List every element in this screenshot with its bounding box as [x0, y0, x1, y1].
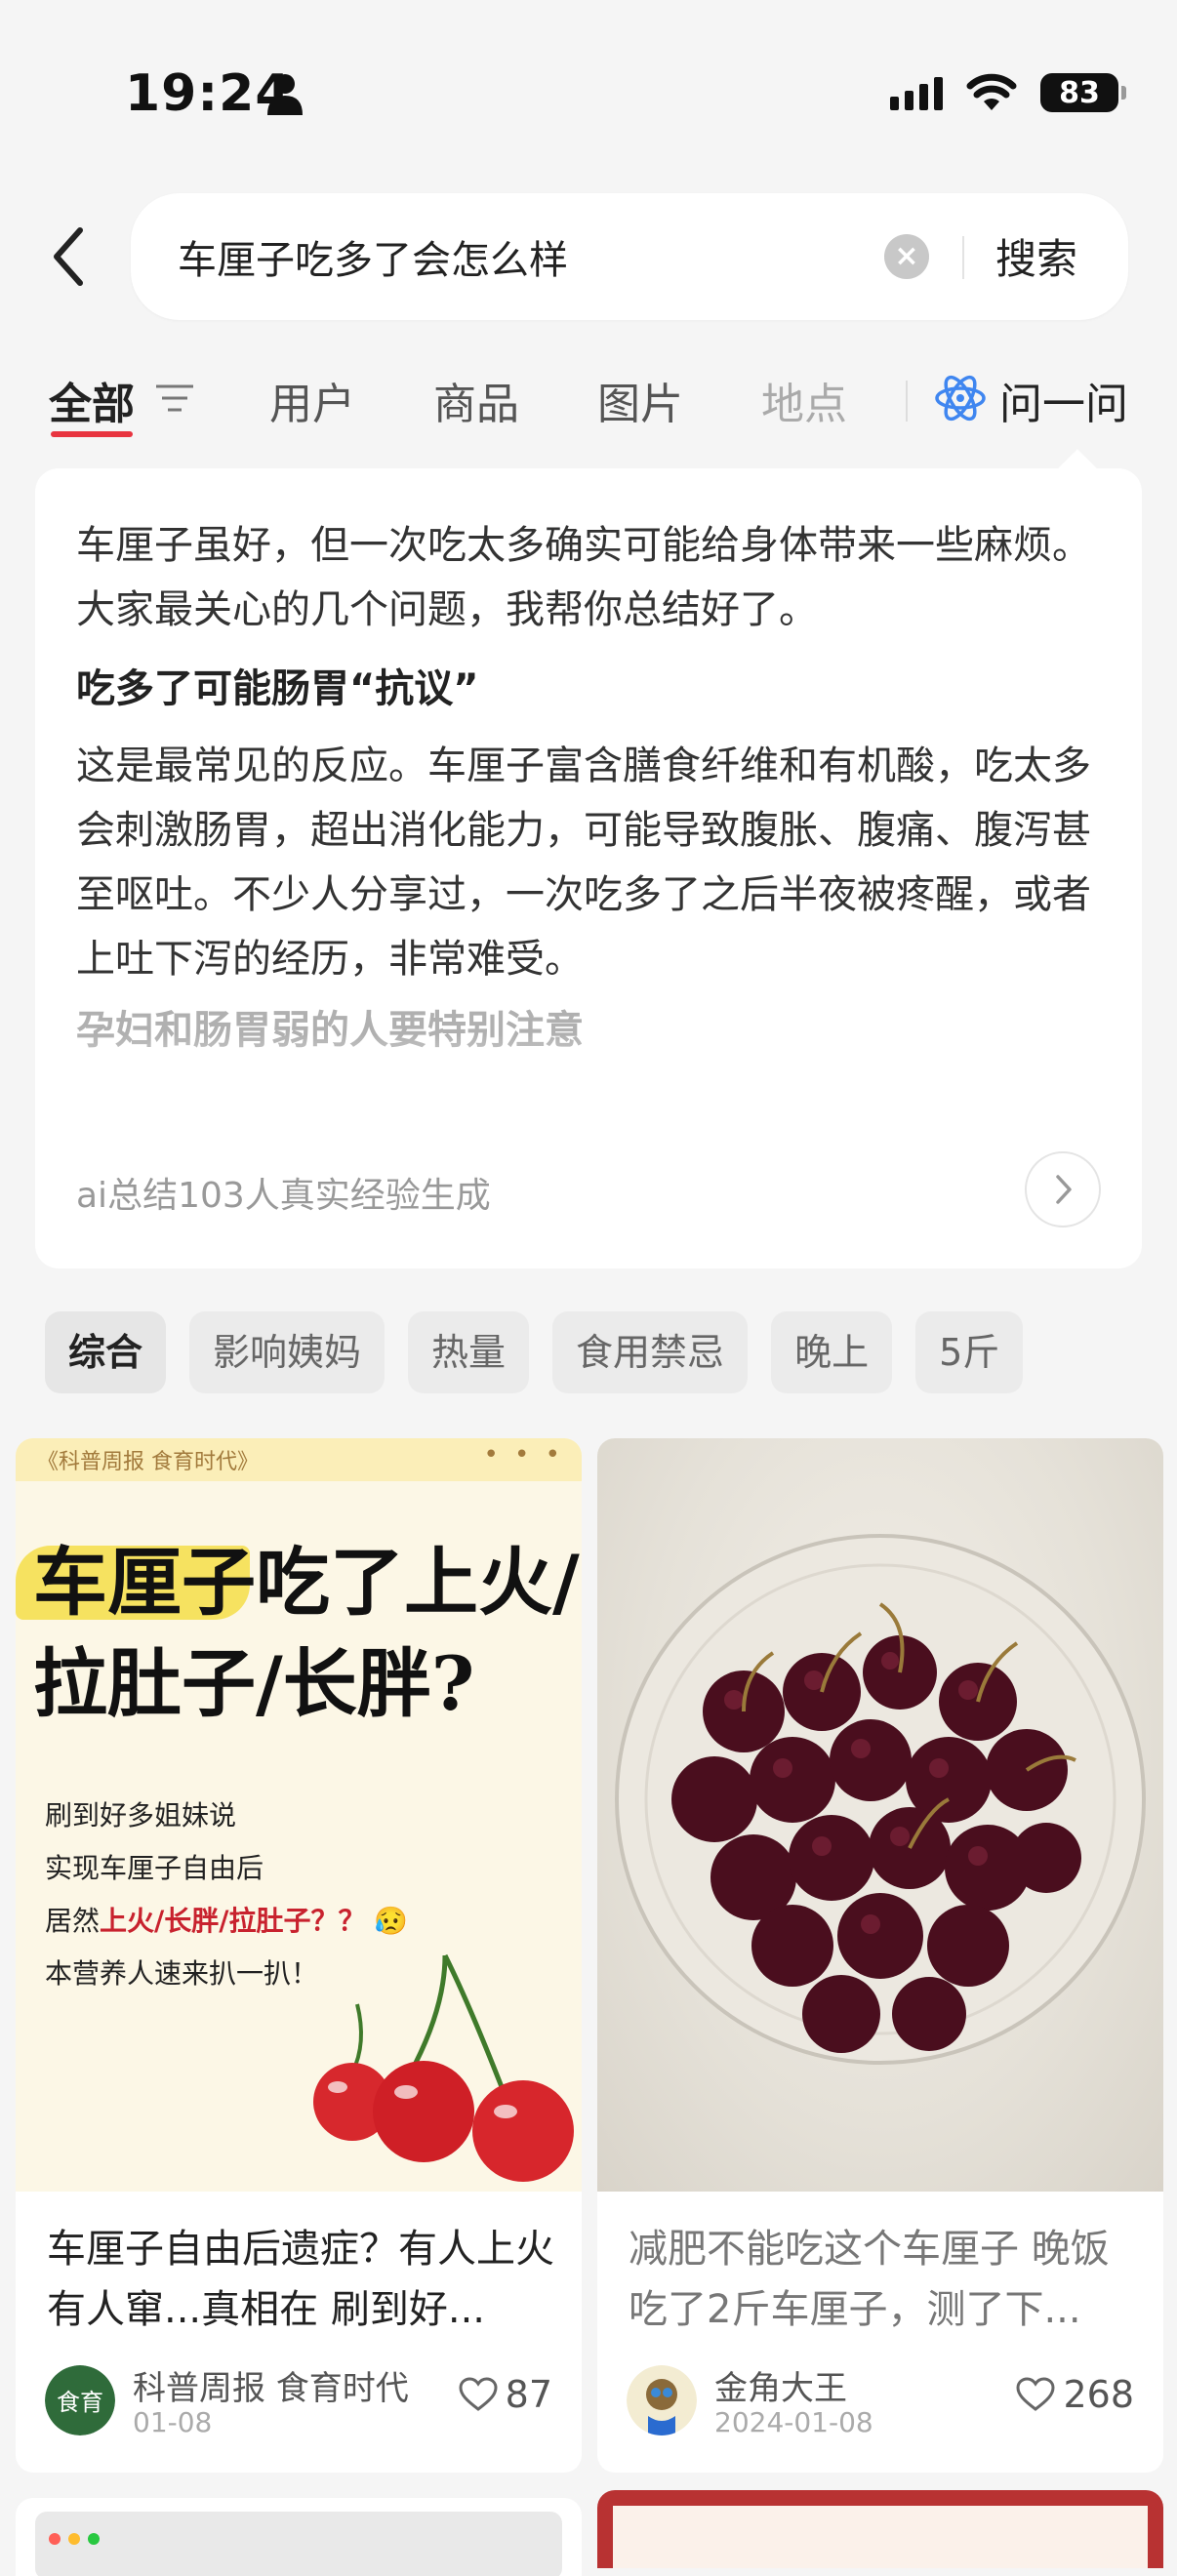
ai-sparkle-icon[interactable]	[933, 371, 988, 425]
feed-card-peek[interactable]	[16, 2498, 582, 2576]
post-date: 01-08	[133, 2406, 213, 2438]
filter-icon[interactable]	[154, 381, 195, 416]
chip-calories[interactable]: 热量	[408, 1311, 530, 1393]
search-tabs: 全部 用户 商品 图片 地点 问一问	[0, 361, 1177, 449]
author-name[interactable]: 金角大王	[714, 2361, 847, 2409]
tab-active-indicator	[51, 431, 133, 437]
tab-separator	[906, 381, 908, 422]
feed-card-peek[interactable]	[597, 2490, 1163, 2568]
cherries-illustration	[313, 1953, 574, 2182]
poster-source: 《科普周报 食育时代》	[37, 1450, 259, 1474]
card-title[interactable]: 减肥不能吃这个车厘子 晚饭吃了2斤车厘子，测了下...	[629, 2219, 1136, 2340]
tab-ask[interactable]: 问一问	[999, 369, 1128, 431]
chevron-right-icon[interactable]	[1025, 1151, 1101, 1228]
poster-line: 刷到好多姐妹说	[45, 1799, 237, 1831]
search-input[interactable]: 车厘子吃多了会怎么样	[178, 228, 568, 285]
like-button[interactable]: 87	[459, 2373, 552, 2416]
poster-headline-line: 拉肚子/长胖?	[33, 1640, 475, 1727]
status-bar: 19:24 83	[0, 0, 1177, 185]
chip-taboos[interactable]: 食用禁忌	[552, 1311, 749, 1393]
search-bar[interactable]: 车厘子吃多了会怎么样 × 搜索	[131, 193, 1128, 320]
like-count: 87	[505, 2373, 552, 2416]
cellular-signal-icon	[890, 75, 943, 110]
ai-summary-section-body: 这是最常见的反应。车厘子富含膳食纤维和有机酸，吃太多会刺激肠胃，超出消化能力，可…	[76, 744, 1091, 982]
person-icon	[267, 74, 303, 115]
window-controls	[35, 2512, 562, 2576]
chip-evening[interactable]: 晚上	[771, 1311, 893, 1393]
tab-users[interactable]: 用户	[269, 369, 355, 431]
like-count: 268	[1063, 2373, 1134, 2416]
filter-chips: 综合 影响姨妈 热量 食用禁忌 晚上 5斤	[45, 1311, 1024, 1393]
poster-line: 实现车厘子自由后	[45, 1852, 264, 1884]
heart-icon	[1016, 2377, 1055, 2411]
fade-overlay	[35, 1034, 1142, 1112]
avatar[interactable]	[627, 2365, 697, 2435]
battery-icon: 83	[1040, 73, 1126, 112]
poster-headline-line: 车厘子吃了上火/	[33, 1539, 580, 1626]
card-title[interactable]: 车厘子自由后遗症？有人上火有人窜...真相在 刷到好...	[47, 2219, 554, 2340]
ai-summary-card[interactable]: 车厘子虽好，但一次吃太多确实可能给身体带来一些麻烦。大家最关心的几个问题，我帮你…	[35, 468, 1142, 1268]
chevron-left-icon[interactable]	[45, 222, 94, 291]
chip-period[interactable]: 影响姨妈	[189, 1311, 386, 1393]
tab-products[interactable]: 商品	[433, 369, 519, 431]
more-dots-icon: • • •	[483, 1440, 564, 1469]
worried-face-icon: 😥	[374, 1905, 409, 1937]
svg-text:食育: 食育	[57, 2389, 103, 2416]
close-circle-icon[interactable]: ×	[884, 234, 929, 279]
ai-summary-section-title: 吃多了可能肠胃“抗议”	[76, 666, 479, 711]
chip-comprehensive[interactable]: 综合	[45, 1311, 167, 1393]
tab-all[interactable]: 全部	[49, 369, 135, 431]
tab-places[interactable]: 地点	[761, 369, 847, 431]
feed-card[interactable]: 减肥不能吃这个车厘子 晚饭吃了2斤车厘子，测了下... 金角大王 2024-01…	[597, 1438, 1163, 2473]
search-divider	[962, 236, 964, 279]
ai-summary-intro: 车厘子虽好，但一次吃太多确实可能给身体带来一些麻烦。大家最关心的几个问题，我帮你…	[76, 523, 1091, 632]
poster-header: 《科普周报 食育时代》 • • •	[16, 1438, 582, 1481]
ai-summary-footer: ai总结103人真实经验生成	[76, 1176, 491, 1216]
feed-card[interactable]: 《科普周报 食育时代》 • • • 车厘子吃了上火/ 拉肚子/长胖? 刷到好多姐…	[16, 1438, 582, 2473]
author-name[interactable]: 科普周报 食育时代	[133, 2361, 409, 2409]
search-button[interactable]: 搜索	[995, 226, 1077, 286]
chip-5-jin[interactable]: 5斤	[915, 1311, 1024, 1393]
avatar[interactable]: 食育	[45, 2365, 115, 2435]
tab-images[interactable]: 图片	[597, 369, 683, 431]
cherries-photo	[615, 1534, 1146, 2065]
heart-icon	[459, 2377, 498, 2411]
poster-line: 居然上火/长胖/拉肚子？？ 😥	[45, 1905, 409, 1937]
cover-image[interactable]	[597, 1438, 1163, 2192]
wifi-icon	[966, 73, 1017, 110]
cover-image[interactable]: 《科普周报 食育时代》 • • • 车厘子吃了上火/ 拉肚子/长胖? 刷到好多姐…	[16, 1438, 582, 2192]
post-date: 2024-01-08	[714, 2406, 873, 2438]
like-button[interactable]: 268	[1016, 2373, 1134, 2416]
poster-headline: 车厘子吃了上火/ 拉肚子/长胖?	[33, 1532, 580, 1735]
